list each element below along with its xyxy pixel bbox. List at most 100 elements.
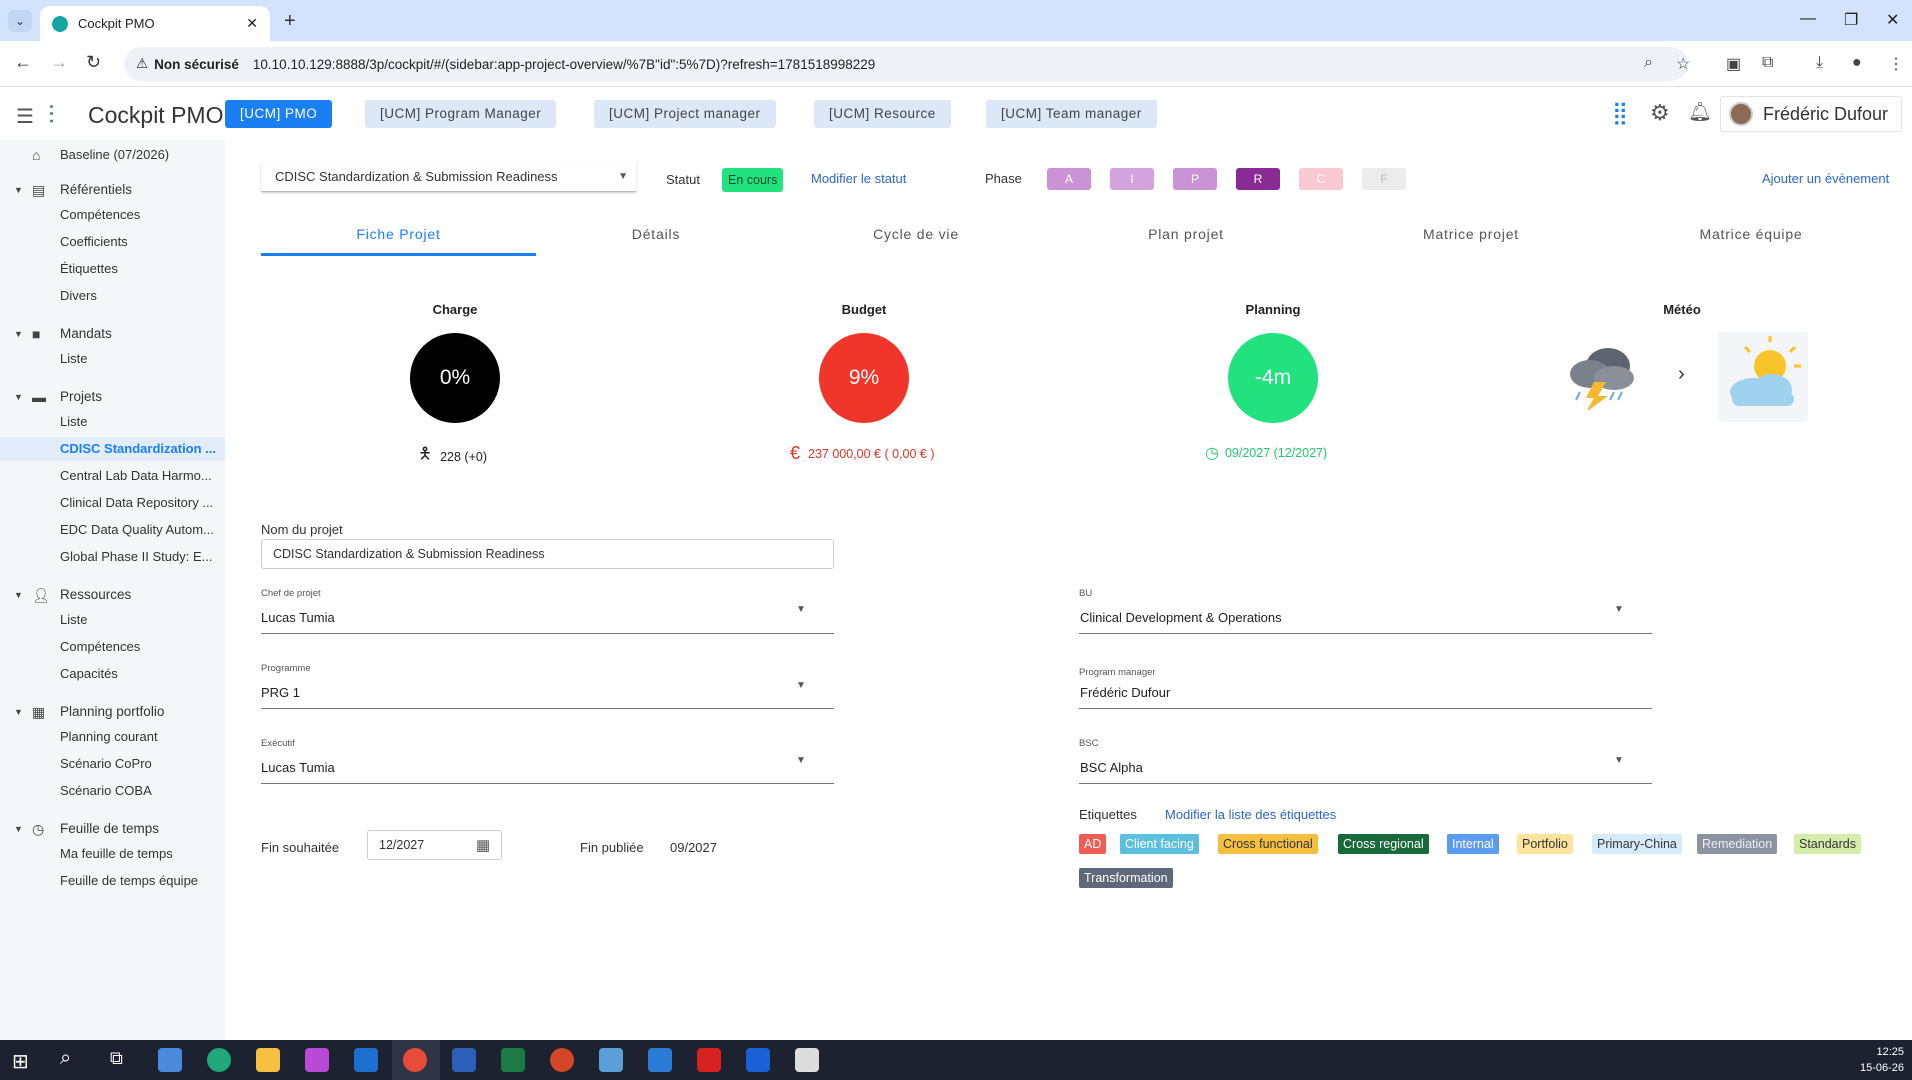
outlook-app-icon[interactable] — [354, 1048, 378, 1072]
chrome-browser-icon[interactable] — [403, 1048, 427, 1072]
sidebar-item-ressources-competences[interactable]: Compétences — [0, 635, 225, 659]
chef-projet-value[interactable]: Lucas Tumia — [261, 610, 335, 625]
role-button-project-manager[interactable]: [UCM] Project manager — [594, 100, 776, 128]
notification-bell-icon[interactable]: 🔔︎ — [1688, 100, 1712, 124]
powerpoint-app-icon[interactable] — [550, 1048, 574, 1072]
sidebar-item-project-edc[interactable]: EDC Data Quality Autom... — [0, 518, 225, 542]
m365-app-icon[interactable] — [305, 1048, 329, 1072]
url-bar[interactable]: ⚠ Non sécurisé 10.10.10.129:8888/3p/cock… — [124, 47, 1688, 81]
sidebar-section-feuille-de-temps[interactable]: ▼ ◷ Feuille de temps — [0, 817, 225, 841]
sidebar-item-scenario-coba[interactable]: Scénario COBA — [0, 779, 225, 803]
profile-icon[interactable]: ● — [1852, 54, 1862, 72]
calculator-app-icon[interactable] — [158, 1048, 182, 1072]
role-button-program-manager[interactable]: [UCM] Program Manager — [365, 100, 557, 128]
file-explorer-icon[interactable] — [256, 1048, 280, 1072]
sidebar-item-coefficients[interactable]: Coefficients — [0, 230, 225, 254]
reload-icon[interactable]: ↻ — [86, 52, 101, 73]
download-icon[interactable]: ⤓ — [1816, 54, 1823, 72]
tab-cycle-de-vie[interactable]: Cycle de vie — [791, 220, 1041, 256]
sidebar-item-project-clinical-data[interactable]: Clinical Data Repository ... — [0, 491, 225, 515]
security-shield-icon[interactable] — [795, 1048, 819, 1072]
sidebar-section-ressources[interactable]: ▼ 👤︎ Ressources — [0, 583, 225, 607]
programme-value[interactable]: PRG 1 — [261, 685, 300, 700]
sidebar-item-ma-feuille[interactable]: Ma feuille de temps — [0, 842, 225, 866]
sidebar-item-scenario-copro[interactable]: Scénario CoPro — [0, 752, 225, 776]
photos-app-icon[interactable] — [648, 1048, 672, 1072]
bu-value[interactable]: Clinical Development & Operations — [1080, 610, 1282, 625]
browser-tab[interactable]: Cockpit PMO ✕ — [40, 6, 270, 41]
sidebar-item-etiquettes[interactable]: Étiquettes — [0, 257, 225, 281]
forward-icon[interactable]: → — [50, 52, 68, 73]
phase-p[interactable]: P — [1173, 168, 1217, 190]
role-button-team-manager[interactable]: [UCM] Team manager — [986, 100, 1157, 128]
restore-icon[interactable]: ❐ — [1844, 10, 1858, 30]
windows-start-icon[interactable]: ⊞ — [12, 1049, 29, 1074]
nom-projet-input[interactable]: CDISC Standardization & Submission Readi… — [261, 539, 834, 569]
phase-a[interactable]: A — [1047, 168, 1091, 190]
sidebar-section-mandats[interactable]: ▼ ■ Mandats — [0, 322, 225, 346]
weather-forecast-tile[interactable] — [1718, 332, 1808, 422]
acrobat-app-icon[interactable] — [697, 1048, 721, 1072]
sidebar-item-ressources-liste[interactable]: Liste — [0, 608, 225, 632]
calendar-icon[interactable]: ▦ — [476, 836, 490, 854]
new-tab-button[interactable]: + — [284, 10, 296, 33]
phase-c[interactable]: C — [1299, 168, 1343, 190]
executif-value[interactable]: Lucas Tumia — [261, 760, 335, 775]
bookmark-star-icon[interactable]: ☆ — [1676, 54, 1690, 74]
add-event-link[interactable]: Ajouter un évènement — [1762, 171, 1889, 186]
sidebar-section-referentiels[interactable]: ▼ ▤ Référentiels — [0, 178, 225, 202]
system-clock[interactable]: 12:25 15-06-26 — [1860, 1044, 1904, 1076]
phase-i[interactable]: I — [1110, 168, 1154, 190]
chevron-down-icon[interactable]: ▼ — [796, 604, 806, 615]
zoom-icon[interactable]: ⌕ — [1644, 54, 1653, 72]
sidebar-item-projets-liste[interactable]: Liste — [0, 410, 225, 434]
tab-plan-projet[interactable]: Plan projet — [1056, 220, 1316, 256]
phase-r[interactable]: R — [1236, 168, 1280, 190]
sidebar-item-competences[interactable]: Compétences — [0, 203, 225, 227]
bsc-value[interactable]: BSC Alpha — [1080, 760, 1143, 775]
extensions-icon[interactable]: ⧉ — [1762, 54, 1773, 72]
settings-gear-icon[interactable]: ⚙ — [1650, 100, 1670, 126]
user-menu[interactable]: Frédéric Dufour — [1720, 96, 1902, 132]
sidebar-item-feuille-equipe[interactable]: Feuille de temps équipe — [0, 869, 225, 893]
tab-details[interactable]: Détails — [536, 220, 776, 256]
sidebar-item-mandats-liste[interactable]: Liste — [0, 347, 225, 371]
search-icon[interactable]: ⌕ — [60, 1047, 71, 1070]
menu-icon[interactable]: ⋮ — [1888, 54, 1904, 74]
tab-matrice-equipe[interactable]: Matrice équipe — [1616, 220, 1886, 256]
phase-f[interactable]: F — [1362, 168, 1406, 190]
modify-status-link[interactable]: Modifier le statut — [811, 171, 906, 186]
role-button-pmo[interactable]: [UCM] PMO — [225, 100, 333, 128]
tab-matrice-projet[interactable]: Matrice projet — [1336, 220, 1606, 256]
sidebar-section-planning-portfolio[interactable]: ▼ ▦ Planning portfolio — [0, 700, 225, 724]
excel-app-icon[interactable] — [501, 1048, 525, 1072]
hamburger-menu-icon[interactable]: ☰ — [16, 104, 34, 129]
sidebar-item-planning-courant[interactable]: Planning courant — [0, 725, 225, 749]
role-button-resource[interactable]: [UCM] Resource — [814, 100, 951, 128]
sidebar-item-divers[interactable]: Divers — [0, 284, 225, 308]
extension-m365-icon[interactable]: ▣ — [1726, 54, 1741, 74]
chevron-down-icon[interactable]: ▼ — [1614, 604, 1624, 615]
minimize-icon[interactable]: — — [1800, 10, 1816, 28]
paint-app-icon[interactable] — [599, 1048, 623, 1072]
project-selector[interactable]: CDISC Standardization & Submission Readi… — [261, 162, 636, 192]
word-app-icon[interactable] — [452, 1048, 476, 1072]
edge-browser-icon[interactable] — [207, 1048, 231, 1072]
sidebar-item-project-global-phase[interactable]: Global Phase II Study: E... — [0, 545, 225, 569]
close-tab-icon[interactable]: ✕ — [246, 15, 258, 32]
task-view-icon[interactable]: ⧉ — [110, 1048, 123, 1069]
tab-list-dropdown[interactable]: ⌄ — [8, 10, 32, 32]
sidebar-item-baseline[interactable]: ⌂ Baseline (07/2026) — [0, 143, 225, 167]
apps-grid-icon[interactable]: ⣿ — [1612, 100, 1628, 126]
chevron-down-icon[interactable]: ▼ — [1614, 755, 1624, 766]
chevron-down-icon[interactable]: ▼ — [796, 755, 806, 766]
sidebar-item-capacites[interactable]: Capacités — [0, 662, 225, 686]
chevron-down-icon[interactable]: ▼ — [796, 680, 806, 691]
close-window-icon[interactable]: ✕ — [1886, 10, 1899, 30]
sidebar-section-projets[interactable]: ▼ ▬ Projets — [0, 385, 225, 409]
sidebar-item-project-cdisc[interactable]: CDISC Standardization ... — [0, 437, 225, 461]
tab-fiche-projet[interactable]: Fiche Projet — [261, 220, 536, 256]
modify-tags-link[interactable]: Modifier la liste des étiquettes — [1165, 807, 1336, 822]
webex-app-icon[interactable] — [746, 1048, 770, 1072]
sidebar-item-project-central-lab[interactable]: Central Lab Data Harmo... — [0, 464, 225, 488]
